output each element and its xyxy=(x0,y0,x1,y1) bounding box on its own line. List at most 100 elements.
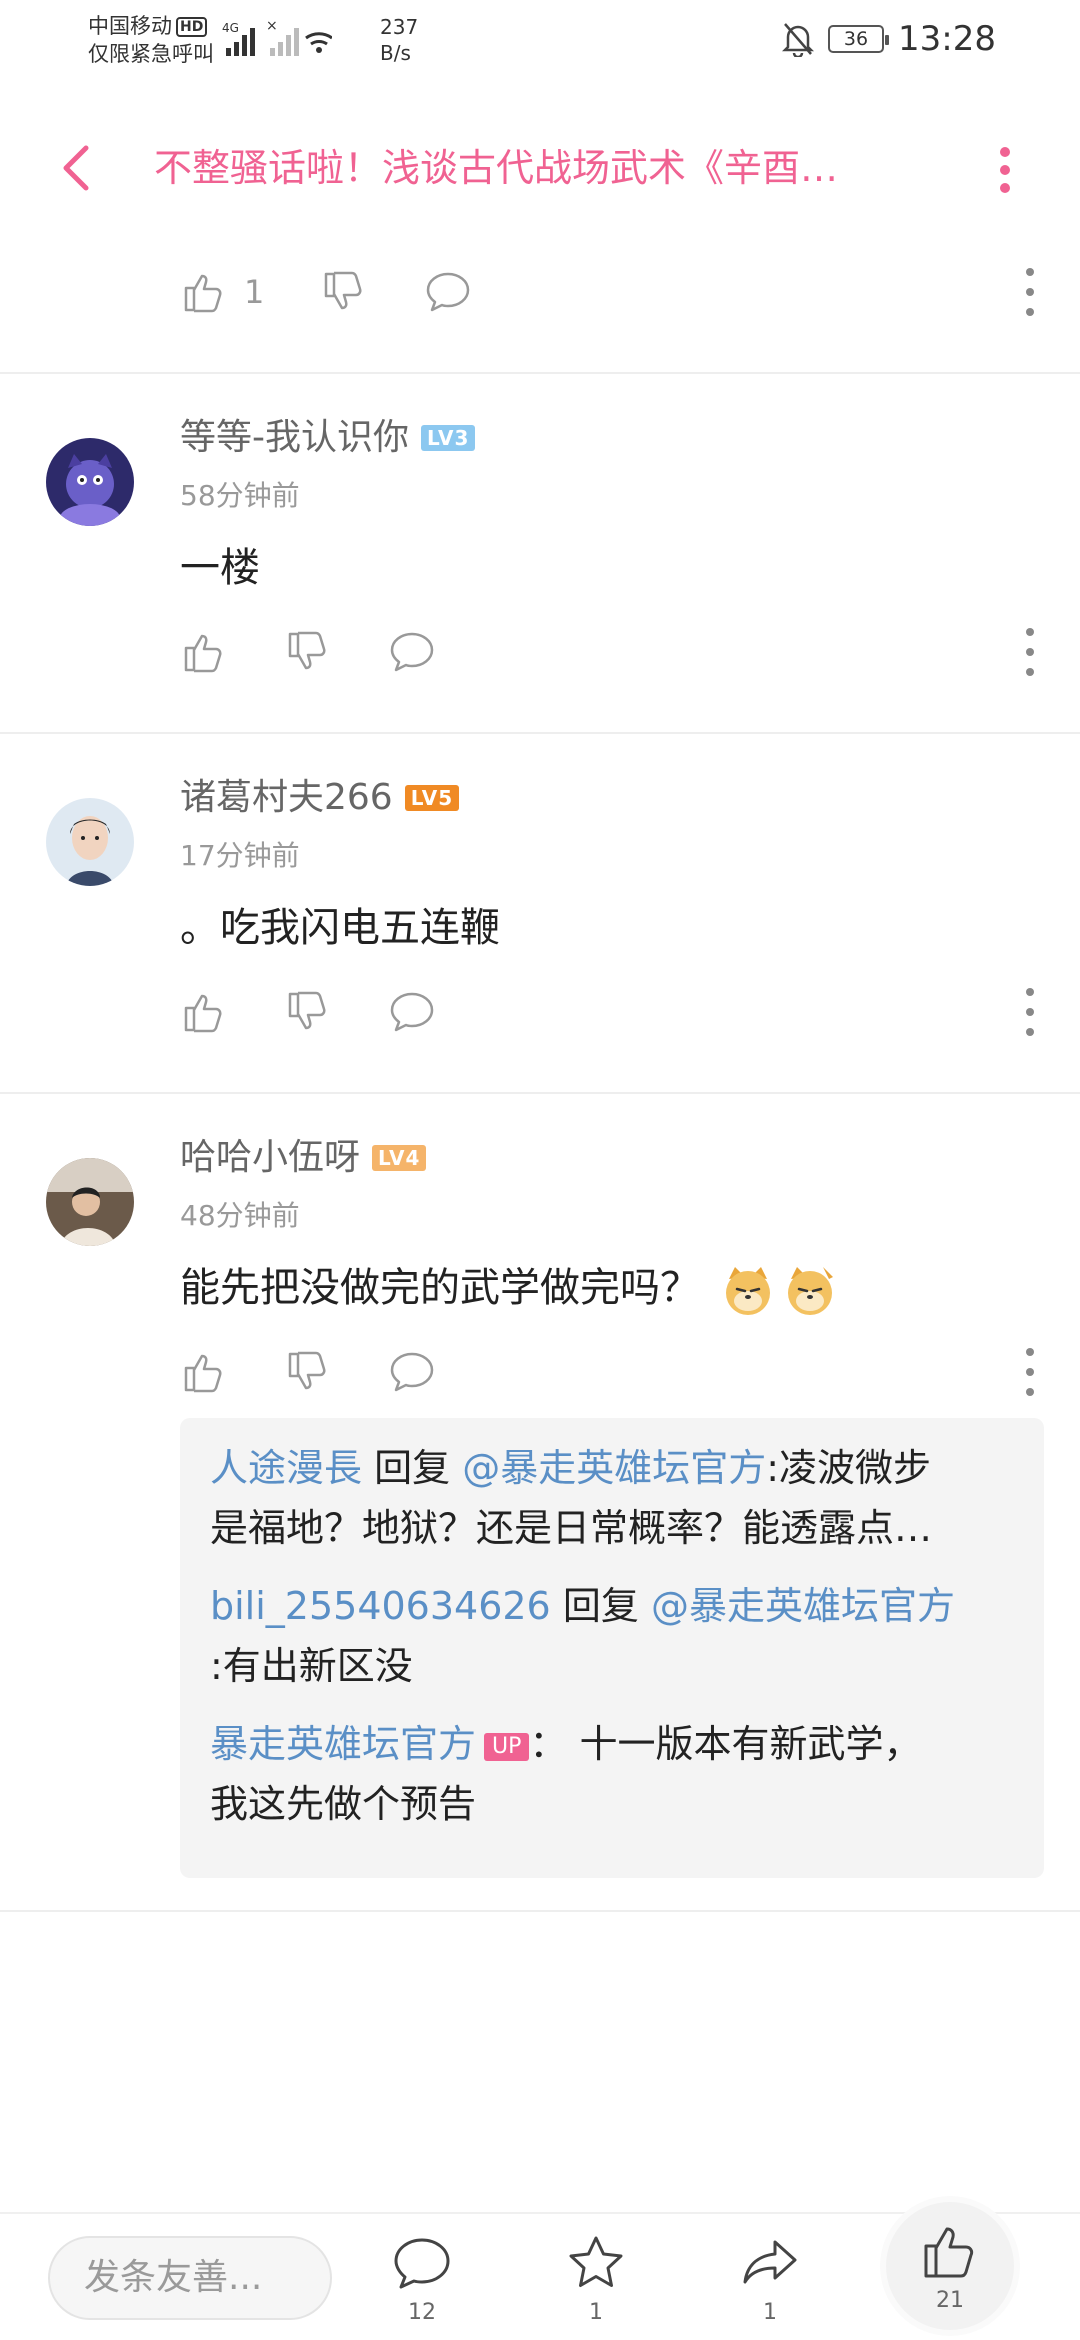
carrier-emergency-text: 仅限紧急呼叫 xyxy=(88,42,214,66)
thumbs-up-icon xyxy=(184,1354,222,1393)
level-badge: LV4 xyxy=(372,1145,427,1171)
username-text: 诸葛村夫266 xyxy=(180,777,393,818)
avatar[interactable] xyxy=(46,1158,134,1246)
reply-text: 是福地？地狱？还是日常概率？能透露点… xyxy=(210,1506,933,1550)
divider xyxy=(0,1910,1080,1912)
favorite-button[interactable]: 1 xyxy=(546,2232,646,2325)
comment-username[interactable]: 诸葛村夫266 LV5 xyxy=(180,774,460,822)
avatar[interactable] xyxy=(46,798,134,886)
hd-badge: HD xyxy=(176,17,208,37)
replies-box[interactable]: 人途漫長 回复 @暴走英雄坛官方:凌波微步 是福地？地狱？还是日常概率？能透露点… xyxy=(180,1418,1044,1878)
bell-off-icon xyxy=(782,23,815,57)
comment-more-icon[interactable] xyxy=(1020,1344,1040,1400)
reply-text: :有出新区没 xyxy=(210,1644,413,1688)
dislike-button[interactable] xyxy=(284,1348,332,1396)
reply-text: 我这先做个预告 xyxy=(210,1782,477,1826)
battery-level: 36 xyxy=(843,28,869,50)
doge-emoji-icon xyxy=(787,1267,833,1315)
speed-value: 237 xyxy=(380,15,419,39)
comment-more-icon[interactable] xyxy=(1020,264,1040,320)
reply-button[interactable] xyxy=(424,268,472,316)
comment-actions xyxy=(180,622,492,682)
speed-unit: B/s xyxy=(380,41,411,65)
thumbs-up-icon xyxy=(184,634,222,673)
divider xyxy=(0,1092,1080,1094)
reply-username[interactable]: 暴走英雄坛官方 xyxy=(210,1722,476,1766)
thumbs-down-icon xyxy=(288,631,326,670)
like-button[interactable] xyxy=(180,1348,228,1396)
username-text: 哈哈小伍呀 xyxy=(180,1137,361,1178)
share-arrow-icon xyxy=(743,2240,797,2284)
speech-bubble-icon xyxy=(390,1352,434,1392)
signal-icon: 4G × xyxy=(222,18,332,56)
status-bar: 中国移动 HD 仅限紧急呼叫 4G × 237 B/s 36 13:28 xyxy=(0,0,1080,80)
doge-emoji-icon xyxy=(725,1267,770,1315)
like-post-count: 21 xyxy=(936,2287,964,2313)
reply-button[interactable] xyxy=(388,628,436,676)
like-post-button[interactable]: 21 xyxy=(886,2202,1014,2330)
header-bar: 不整骚话啦！浅谈古代战场武术《辛酉… xyxy=(0,130,1080,210)
like-button[interactable] xyxy=(180,988,228,1036)
carrier-name: 中国移动 xyxy=(88,14,172,38)
network-speed: 237 B/s xyxy=(380,14,418,66)
comment-count-button[interactable]: 12 xyxy=(372,2232,472,2325)
dislike-button[interactable] xyxy=(320,268,368,316)
comment-page: 中国移动 HD 仅限紧急呼叫 4G × 237 B/s 36 13:28 不整骚… xyxy=(0,0,1080,2340)
reply-button[interactable] xyxy=(388,1348,436,1396)
svg-text:×: × xyxy=(266,18,278,34)
reply-text: :凌波微步 xyxy=(766,1446,932,1490)
comment-input[interactable]: 发条友善... xyxy=(48,2236,332,2320)
share-button[interactable]: 1 xyxy=(720,2232,820,2325)
reply-item[interactable]: bili_25540634626 回复 @暴走英雄坛官方 :有出新区没 xyxy=(210,1576,1014,1696)
comment-username[interactable]: 哈哈小伍呀 LV4 xyxy=(180,1134,427,1182)
thumbs-up-icon xyxy=(184,274,222,313)
speech-bubble-icon xyxy=(427,272,470,312)
divider xyxy=(0,732,1080,734)
status-right: 36 13:28 xyxy=(782,14,996,64)
thumbs-down-icon xyxy=(288,991,326,1030)
comment-actions xyxy=(180,1342,492,1402)
reply-item[interactable]: 暴走英雄坛官方 UP： 十一版本有新武学， 我这先做个预告 xyxy=(210,1714,1014,1834)
thumbs-up-icon xyxy=(924,2227,974,2277)
avatar[interactable] xyxy=(46,438,134,526)
comment-more-icon[interactable] xyxy=(1020,624,1040,680)
favorite-count: 1 xyxy=(589,2300,603,2325)
like-button[interactable] xyxy=(180,628,228,676)
network-type-label: 4G xyxy=(222,21,239,35)
speech-bubble-icon xyxy=(390,632,434,672)
reply-mention[interactable]: @暴走英雄坛官方 xyxy=(651,1584,955,1628)
comment-more-icon[interactable] xyxy=(1020,984,1040,1040)
chevron-left-icon[interactable] xyxy=(48,138,108,198)
level-badge: LV3 xyxy=(421,425,476,451)
reply-button[interactable] xyxy=(388,988,436,1036)
dislike-button[interactable] xyxy=(284,988,332,1036)
reply-mention[interactable]: @暴走英雄坛官方 xyxy=(462,1446,766,1490)
thumbs-up-icon xyxy=(184,994,222,1033)
star-icon xyxy=(569,2236,623,2287)
reply-word: 回复 xyxy=(374,1446,451,1490)
like-count: 1 xyxy=(244,273,265,311)
thumbs-down-icon xyxy=(325,271,362,310)
speech-bubble-icon xyxy=(390,992,434,1032)
comment-text: 。吃我闪电五连鞭 xyxy=(180,905,500,951)
comment-count: 12 xyxy=(408,2300,436,2325)
comment-actions: 1 xyxy=(180,262,528,322)
comment-text-content: 能先把没做完的武学做完吗？ xyxy=(180,1265,700,1311)
dislike-button[interactable] xyxy=(284,628,332,676)
vertical-dots-icon[interactable] xyxy=(990,140,1020,200)
page-title: 不整骚话啦！浅谈古代战场武术《辛酉… xyxy=(154,146,839,190)
reply-username[interactable]: 人途漫長 xyxy=(210,1446,362,1490)
comment-time: 48分钟前 xyxy=(180,1199,300,1232)
reply-username[interactable]: bili_25540634626 xyxy=(210,1584,551,1628)
reply-item[interactable]: 人途漫長 回复 @暴走英雄坛官方:凌波微步 是福地？地狱？还是日常概率？能透露点… xyxy=(210,1438,1014,1558)
reply-text: ： 十一版本有新武学， xyxy=(529,1722,922,1766)
speech-bubble-icon xyxy=(394,2238,450,2289)
battery-icon: 36 xyxy=(828,25,890,53)
clock: 13:28 xyxy=(898,19,996,59)
up-badge: UP xyxy=(484,1732,530,1761)
reply-word: 回复 xyxy=(562,1584,639,1628)
comment-username[interactable]: 等等-我认识你 LV3 xyxy=(180,414,476,462)
like-button[interactable]: 1 xyxy=(180,268,264,316)
username-text: 等等-我认识你 xyxy=(180,417,409,458)
comment-text: 一楼 xyxy=(180,545,260,591)
